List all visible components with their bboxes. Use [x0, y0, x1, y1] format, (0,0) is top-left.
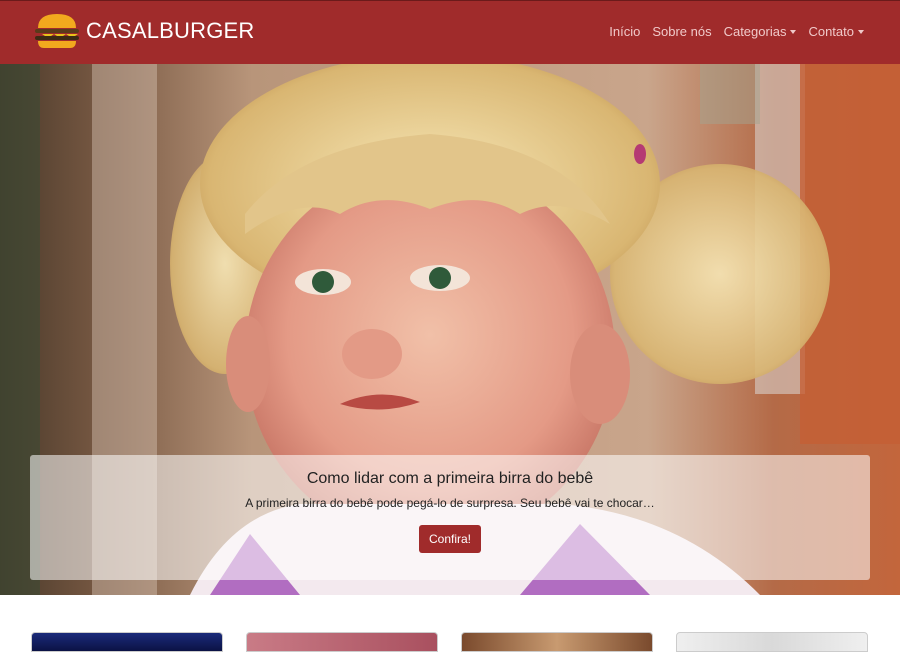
nav-link-label: Contato: [808, 24, 854, 39]
nav-link-label: Categorias: [723, 24, 787, 39]
nav-link-sobre-nos[interactable]: Sobre nós: [652, 24, 711, 39]
article-card-thumbnail[interactable]: [31, 632, 223, 652]
article-card-thumbnail[interactable]: [461, 632, 653, 652]
hero-title: Como lidar com a primeira birra do bebê: [306, 470, 594, 487]
nav-dropdown-categorias[interactable]: Categorias: [724, 24, 797, 39]
burger-icon: [35, 14, 79, 48]
brand-link[interactable]: CASALBURGER: [32, 10, 254, 52]
nav-link-label: Sobre nós: [652, 24, 712, 39]
article-cards: [0, 595, 900, 652]
article-card-thumbnail[interactable]: [676, 632, 868, 652]
navbar: CASALBURGER Início Sobre nós Categorias …: [0, 0, 900, 64]
hero-description: A primeira birra do bebê pode pegá-lo de…: [245, 496, 655, 510]
nav-link-label: Início: [609, 24, 641, 39]
caret-down-icon: [790, 29, 797, 34]
nav-menu: Início Sobre nós Categorias Contato: [609, 24, 864, 39]
nav-dropdown-contato[interactable]: Contato: [808, 24, 864, 39]
nav-link-inicio[interactable]: Início: [609, 24, 640, 39]
read-more-button[interactable]: Confira!: [419, 525, 481, 553]
caret-down-icon: [858, 29, 864, 34]
hero-caption: Como lidar com a primeira birra do bebê …: [30, 455, 870, 580]
article-card-thumbnail[interactable]: [246, 632, 438, 652]
hero-carousel: Como lidar com a primeira birra do bebê …: [0, 64, 900, 595]
brand-name: CASALBURGER: [86, 18, 255, 43]
